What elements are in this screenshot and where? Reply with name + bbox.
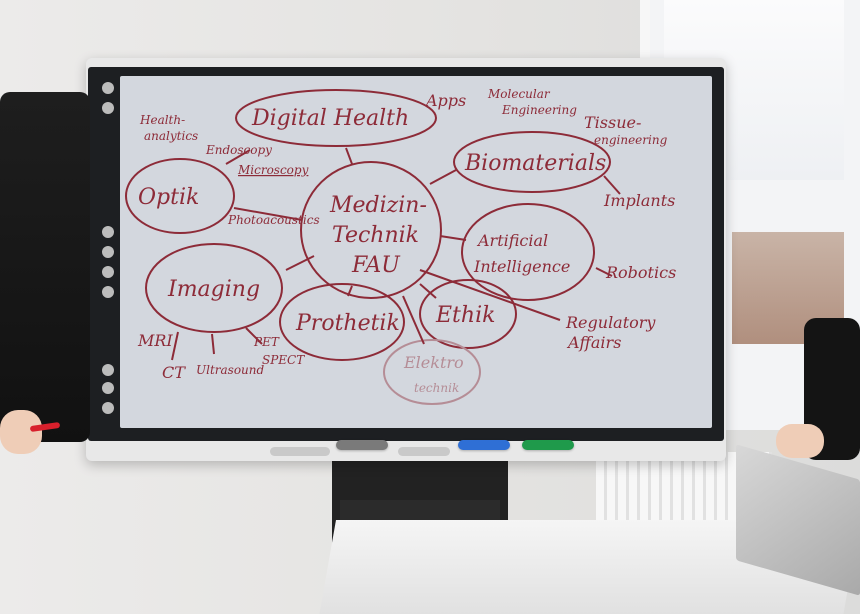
grid-icon[interactable] bbox=[102, 266, 114, 278]
marker-green[interactable] bbox=[522, 440, 574, 450]
hand-left bbox=[0, 410, 42, 454]
board-screen[interactable] bbox=[120, 76, 712, 428]
marker-black[interactable] bbox=[336, 440, 388, 450]
board-toolbar bbox=[98, 78, 118, 422]
pen-icon[interactable] bbox=[102, 226, 114, 238]
marker-blue[interactable] bbox=[458, 440, 510, 450]
person-left bbox=[0, 92, 90, 442]
apps-icon[interactable] bbox=[102, 286, 114, 298]
settings-icon[interactable] bbox=[102, 102, 114, 114]
tray-slot-middle bbox=[398, 447, 450, 456]
input-icon[interactable] bbox=[102, 382, 114, 394]
home-icon[interactable] bbox=[102, 364, 114, 376]
tray-slot-left bbox=[270, 447, 330, 456]
hand-right bbox=[776, 424, 824, 458]
select-icon[interactable] bbox=[102, 246, 114, 258]
back-icon[interactable] bbox=[102, 82, 114, 94]
help-icon[interactable] bbox=[102, 402, 114, 414]
